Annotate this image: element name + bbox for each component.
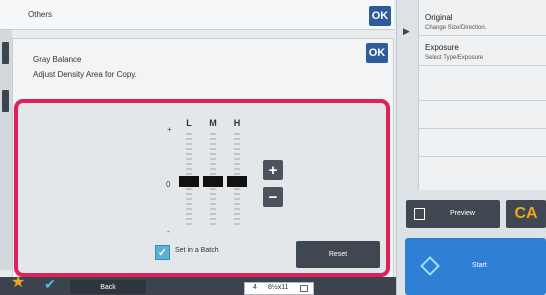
preview-icon: [414, 208, 425, 220]
paper-size: 8½x11: [268, 284, 289, 291]
set-in-batch-label: Set in a Batch: [175, 247, 219, 254]
setting-exposure[interactable]: Exposure Select Type/Exposure: [419, 38, 546, 66]
column-label-l: L: [186, 118, 192, 128]
set-in-batch-checkbox[interactable]: ✓: [155, 245, 170, 260]
setting-original-subtitle: Change Size/Direction.: [425, 25, 487, 31]
paper-icon: [300, 285, 308, 292]
scale-plus-mark: +: [167, 125, 172, 134]
left-tab-2[interactable]: [2, 90, 9, 112]
header-title: Others: [28, 10, 53, 19]
bottom-bar: [0, 277, 396, 295]
list-divider: [419, 128, 546, 129]
scale-minus-mark: -: [167, 227, 170, 236]
gray-balance-panel: + 0 - L M H + − ✓ Set in a Batch Reset: [14, 99, 390, 277]
list-divider: [419, 156, 546, 157]
start-label: Start: [472, 262, 487, 269]
back-button[interactable]: Back: [70, 280, 146, 294]
column-label-h: H: [233, 118, 241, 128]
slider-knob-l[interactable]: [179, 176, 199, 187]
left-strip: [0, 30, 12, 270]
left-tab-1[interactable]: [2, 42, 9, 64]
paper-tray-number: 4: [253, 284, 257, 291]
dialog-title: Gray Balance: [33, 55, 82, 64]
setting-exposure-title: Exposure: [425, 43, 459, 52]
column-label-m: M: [209, 118, 217, 128]
clear-all-button[interactable]: CA: [506, 200, 546, 228]
start-button[interactable]: Start: [405, 238, 546, 295]
star-icon[interactable]: ★: [11, 275, 25, 291]
setting-original[interactable]: Original Change Size/Direction.: [419, 8, 546, 36]
header-bar: Others: [0, 0, 394, 30]
list-divider: [419, 100, 546, 101]
scale-zero-mark: 0: [166, 180, 171, 189]
slider-knob-h[interactable]: [227, 176, 247, 187]
setting-original-title: Original: [425, 13, 453, 22]
slider-knob-m[interactable]: [203, 176, 223, 187]
paper-indicator[interactable]: 4 8½x11: [244, 282, 314, 295]
play-icon[interactable]: ▶: [403, 26, 410, 37]
preview-label: Preview: [450, 210, 475, 217]
header-ok-button[interactable]: OK: [369, 6, 391, 26]
decrease-button[interactable]: −: [263, 187, 283, 207]
preview-button[interactable]: Preview: [406, 200, 500, 228]
check-icon[interactable]: ✔: [44, 277, 56, 291]
checkmark-icon: ✓: [157, 247, 168, 259]
dialog-ok-button[interactable]: OK: [366, 43, 388, 63]
setting-exposure-subtitle: Select Type/Exposure: [425, 55, 484, 61]
reset-button[interactable]: Reset: [296, 241, 380, 268]
start-icon: [420, 256, 440, 276]
dialog-subtitle: Adjust Density Area for Copy.: [33, 70, 137, 79]
increase-button[interactable]: +: [263, 160, 283, 180]
settings-list: Original Change Size/Direction. Exposure…: [418, 0, 546, 190]
